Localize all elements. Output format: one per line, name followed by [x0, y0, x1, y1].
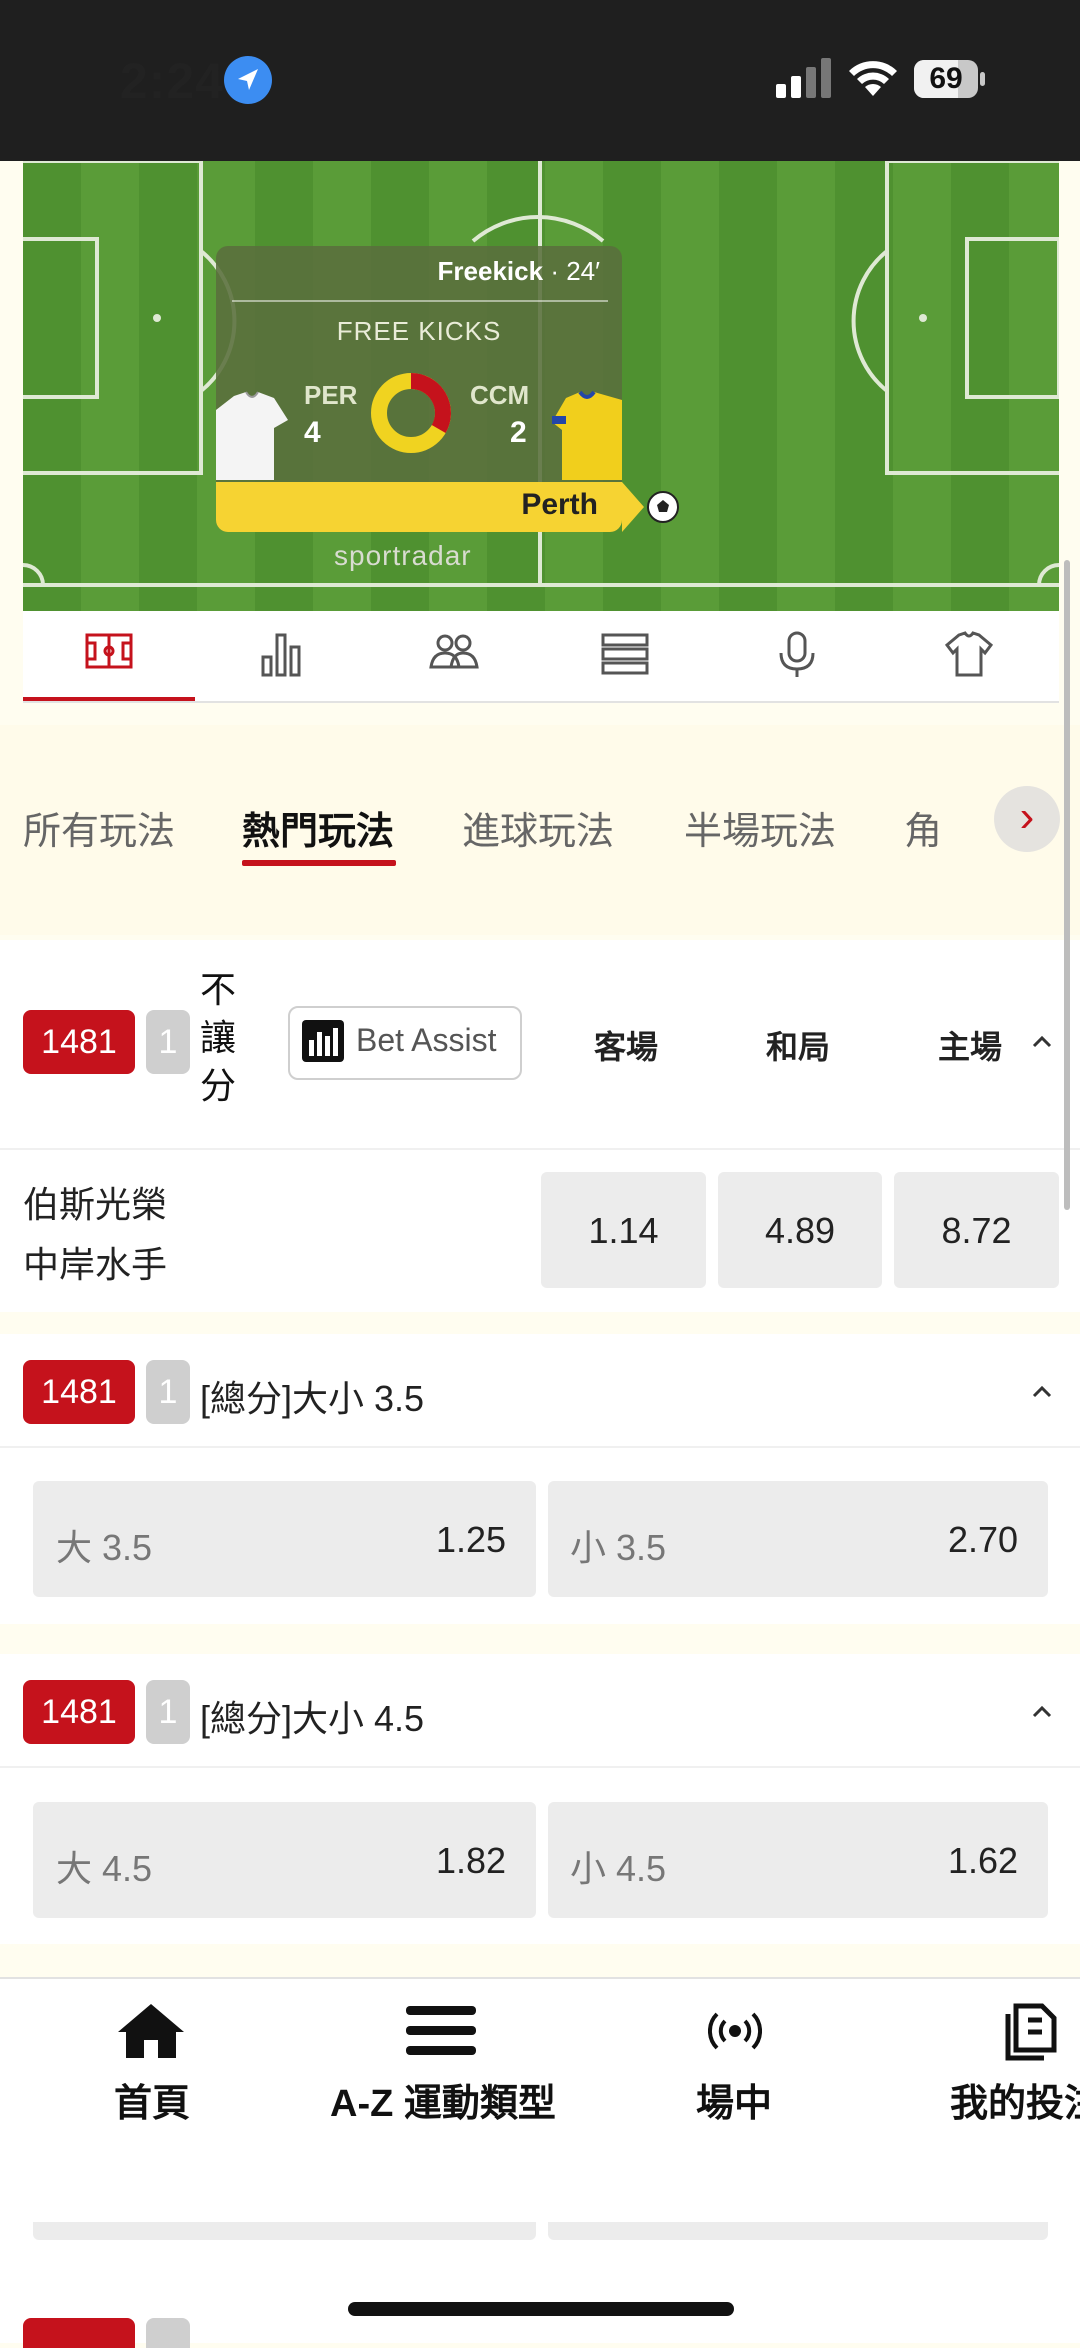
nav-home[interactable]: 首頁 — [114, 2072, 190, 2127]
tracker-tabs — [23, 611, 1059, 703]
odds-away: 1.14 — [588, 1210, 659, 1251]
event-code-badge: 1481 — [23, 1360, 135, 1424]
possession-arrow — [622, 482, 644, 532]
event-num-badge-peek — [146, 2318, 190, 2348]
over-label: 大 4.5 — [56, 1848, 153, 1889]
tab-half-markets[interactable]: 半場玩法 — [684, 800, 836, 855]
bet-assist-label: Bet Assist — [356, 1022, 497, 1058]
bet-slip-icon[interactable] — [998, 2000, 1058, 2067]
tab-commentary[interactable] — [711, 611, 883, 701]
event-code-badge: 1481 — [23, 1010, 135, 1074]
under-label: 小 4.5 — [570, 1848, 667, 1889]
team-a-code: PER — [304, 380, 358, 410]
hidden-odds-row — [548, 2222, 1048, 2240]
collapse-chevron-icon[interactable] — [1030, 1030, 1054, 1054]
wifi-icon — [848, 56, 898, 98]
provider-watermark: sportradar — [334, 540, 472, 571]
market-title: [總分]大小 4.5 — [200, 1698, 425, 1739]
shirt-icon — [945, 631, 993, 677]
status-time: 2:24 — [120, 53, 225, 109]
ball-icon — [646, 490, 680, 524]
team-a-shirt-icon — [216, 390, 288, 480]
event-code-badge-peek — [23, 2318, 135, 2348]
over-odds: 1.25 — [436, 1519, 507, 1560]
nav-a-z-sports[interactable]: A-Z 運動類型 — [330, 2072, 556, 2127]
tab-timeline[interactable] — [539, 611, 711, 701]
team-a-value: 4 — [304, 416, 321, 449]
tab-corner-markets[interactable]: 角 — [904, 800, 942, 855]
lineup-icon — [429, 634, 479, 669]
column-away: 客場 — [594, 1029, 659, 1065]
team-away-name: 中岸水手 — [23, 1244, 168, 1285]
home-icon[interactable] — [116, 2000, 186, 2065]
list-icon — [601, 633, 649, 675]
location-icon — [224, 56, 272, 104]
pitch-icon — [85, 633, 133, 669]
battery-icon: 69 — [914, 60, 986, 98]
bar-chart-icon — [302, 1020, 344, 1062]
chevron-right-icon: › — [1019, 792, 1035, 841]
collapse-chevron-icon[interactable] — [1030, 1700, 1054, 1724]
scrollbar[interactable] — [1064, 560, 1070, 1210]
event-num-badge: 1 — [146, 1680, 190, 1744]
over-label: 大 3.5 — [56, 1527, 153, 1568]
live-broadcast-icon[interactable] — [707, 2010, 763, 2057]
divider — [0, 1446, 1080, 1448]
tabs-next-button[interactable]: › — [994, 786, 1060, 852]
column-home: 主場 — [938, 1029, 1003, 1065]
team-b-shirt-icon — [552, 390, 622, 480]
menu-icon[interactable] — [406, 2006, 476, 2061]
under-label: 小 3.5 — [570, 1527, 667, 1568]
nav-live[interactable]: 場中 — [696, 2072, 772, 2127]
stats-icon — [261, 633, 301, 677]
home-indicator[interactable] — [348, 2302, 734, 2316]
event-num-badge: 1 — [146, 1010, 190, 1074]
event-num-badge: 1 — [146, 1360, 190, 1424]
column-draw: 和局 — [766, 1029, 831, 1065]
overlay-divider — [232, 300, 608, 302]
tab-goal-markets[interactable]: 進球玩法 — [462, 800, 614, 855]
market-title: 不讓分 — [200, 969, 237, 1106]
divider — [0, 1148, 1080, 1150]
tab-popular-markets[interactable]: 熱門玩法 — [242, 800, 394, 855]
tab-all-markets[interactable]: 所有玩法 — [23, 800, 175, 855]
tab-lineups[interactable] — [367, 611, 539, 701]
tab-stats[interactable] — [195, 611, 367, 701]
market-title: [總分]大小 3.5 — [200, 1378, 425, 1419]
tab-kits[interactable] — [883, 611, 1055, 701]
commentary-icon — [779, 631, 815, 677]
possession-team: Perth — [521, 488, 598, 521]
event-code-badge: 1481 — [23, 1680, 135, 1744]
hidden-odds-row — [33, 2222, 536, 2240]
divider — [0, 1766, 1080, 1768]
odds-home: 8.72 — [941, 1210, 1012, 1251]
cellular-signal-icon — [776, 58, 836, 98]
nav-my-bets[interactable]: 我的投注 — [950, 2072, 1080, 2127]
team-home-name: 伯斯光榮 — [23, 1184, 168, 1225]
team-b-value: 2 — [510, 416, 527, 449]
stat-title: FREE KICKS — [336, 316, 502, 346]
tab-pitch[interactable] — [23, 611, 195, 701]
free-kicks-ratio-chart — [368, 370, 454, 456]
team-b-code: CCM — [470, 380, 530, 410]
battery-level: 69 — [929, 62, 963, 95]
under-odds: 1.62 — [948, 1840, 1019, 1881]
under-odds: 2.70 — [948, 1519, 1019, 1560]
active-tab-indicator — [242, 860, 396, 866]
event-label: Freekick · 24′ — [437, 256, 600, 286]
collapse-chevron-icon[interactable] — [1030, 1380, 1054, 1404]
odds-draw: 4.89 — [764, 1210, 836, 1251]
over-odds: 1.82 — [436, 1840, 507, 1881]
